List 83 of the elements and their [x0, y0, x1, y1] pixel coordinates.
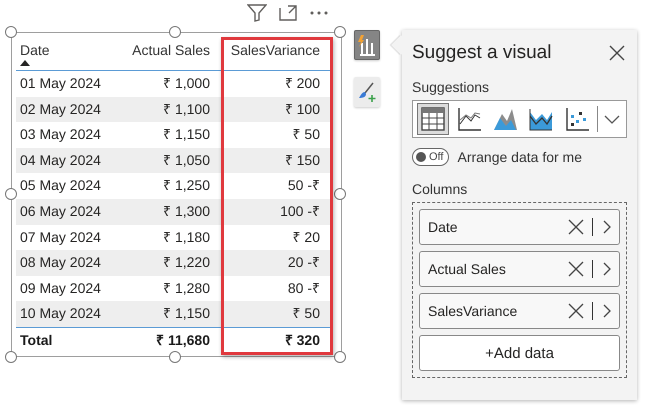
field-well[interactable]: Date [419, 209, 620, 245]
table-cell-text: ₹ 1,000 [162, 74, 211, 93]
resize-handle[interactable] [5, 351, 17, 363]
suggestion-button[interactable] [417, 103, 449, 135]
field-name: SalesVariance [428, 303, 518, 319]
scatter-chart-icon [564, 106, 590, 132]
table-cell-text: ₹ 20 [292, 228, 321, 247]
table-cell: 04 May 2024 [16, 148, 116, 174]
chevron-right-icon [603, 304, 611, 318]
remove-button[interactable] [568, 261, 584, 277]
table-cell-text: 09 May 2024 [19, 278, 102, 298]
table-cell: 06 May 2024 [16, 198, 116, 225]
sort-ascending-icon[interactable] [20, 60, 30, 66]
resize-handle[interactable] [334, 26, 346, 38]
table-cell: ₹ 1,300 [116, 198, 220, 225]
expand-button[interactable] [603, 304, 611, 318]
table-cell: 20 -₹ [220, 250, 330, 276]
table-cell-text: 80 -₹ [286, 278, 321, 298]
table-icon [420, 106, 446, 132]
resize-handle[interactable] [334, 188, 346, 200]
table-cell: ₹ 1,100 [116, 96, 220, 122]
table-cell-text: 05 May 2024 [19, 176, 102, 196]
ribbon-chart-icon [528, 106, 554, 132]
expand-button[interactable] [603, 262, 611, 276]
expand-button[interactable] [603, 220, 611, 234]
table-cell-text: ₹ 1,180 [162, 228, 211, 247]
add-data-button[interactable]: +Add data [419, 335, 620, 371]
resize-handle[interactable] [334, 351, 346, 363]
table-cell: ₹ 1,220 [116, 250, 220, 276]
table-cell: ₹ 50 [220, 301, 330, 327]
suggest-visual-button[interactable] [354, 30, 380, 60]
chevron-right-icon [603, 220, 611, 234]
table-cell: ₹ 1,150 [116, 301, 220, 327]
close-button[interactable] [607, 43, 627, 63]
total-cell: ₹ 320 [220, 326, 330, 354]
chevron-down-icon [604, 114, 620, 124]
bar-chart-icon [357, 34, 377, 56]
total-label: Total [16, 326, 116, 354]
section-label: Columns [412, 181, 468, 197]
field-name: Date [428, 219, 459, 235]
field-well[interactable]: Actual Sales [419, 251, 620, 287]
table-cell: 02 May 2024 [16, 96, 116, 122]
table-cell-text: ₹ 1,280 [162, 278, 211, 298]
field-well[interactable]: SalesVariance [419, 293, 620, 329]
format-button[interactable] [354, 77, 380, 107]
table-cell-text: ₹ 200 [284, 74, 321, 93]
column-header[interactable]: Actual Sales [116, 40, 220, 71]
more-options-icon[interactable] [309, 10, 329, 16]
line-chart-icon [456, 106, 482, 132]
table-cell-text: 07 May 2024 [19, 228, 102, 247]
table-cell: ₹ 1,050 [116, 148, 220, 174]
table-cell: 10 May 2024 [16, 301, 116, 327]
resize-handle[interactable] [169, 351, 181, 363]
table-cell: ₹ 150 [220, 148, 330, 174]
table-cell: 08 May 2024 [16, 250, 116, 276]
column-header[interactable]: SalesVariance [220, 40, 330, 71]
table-cell-text: 50 -₹ [286, 176, 321, 196]
close-icon [568, 261, 584, 277]
chevron-right-icon [603, 262, 611, 276]
remove-button[interactable] [568, 219, 584, 235]
toggle-label: Arrange data for me [457, 149, 582, 165]
column-header[interactable]: Date [16, 40, 116, 71]
resize-handle[interactable] [5, 26, 17, 38]
focus-mode-icon[interactable] [279, 5, 297, 21]
table-cell-text: ₹ 1,250 [162, 176, 211, 196]
close-icon [568, 219, 584, 235]
table-cell-text: ₹ 50 [292, 125, 321, 144]
table-cell: ₹ 100 [220, 96, 330, 122]
panel-title: Suggest a visual [412, 42, 552, 64]
resize-handle[interactable] [169, 26, 181, 38]
close-icon [609, 45, 625, 61]
table-cell: 100 -₹ [220, 198, 330, 225]
paintbrush-icon [356, 81, 378, 103]
field-name: Actual Sales [428, 261, 507, 277]
close-icon [568, 303, 584, 319]
filter-icon[interactable] [247, 4, 267, 22]
remove-button[interactable] [568, 303, 584, 319]
toggle-switch[interactable]: Off [412, 148, 450, 166]
resize-handle[interactable] [5, 188, 17, 200]
table-cell-text: 01 May 2024 [19, 74, 102, 93]
section-label: Suggestions [412, 79, 490, 95]
table-cell-text: ₹ 1,150 [162, 125, 211, 144]
table-cell-text: 03 May 2024 [19, 125, 102, 144]
